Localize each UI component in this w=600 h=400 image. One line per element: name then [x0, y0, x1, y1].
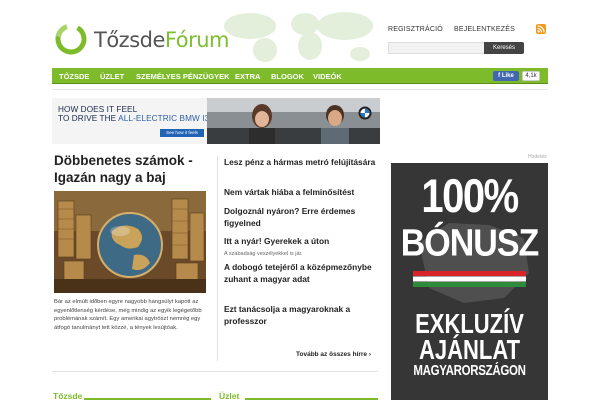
- headline-item[interactable]: Lesz pénz a hármas metró felújítására: [224, 156, 376, 168]
- headline-item[interactable]: Ezt tanácsolja a magyaroknak a professzo…: [224, 303, 376, 327]
- divider: [52, 371, 378, 372]
- column-divider: [217, 156, 218, 361]
- bmw-logo-icon: [358, 106, 372, 120]
- bmw-ad-banner[interactable]: HOW DOES IT FEEL TO DRIVE THE ALL-ELECTR…: [52, 98, 380, 144]
- headline-subtext: A szabadság veszélyekkel is jár.: [224, 251, 303, 257]
- headline-item[interactable]: Dolgoznál nyáron? Erre érdemes figyelned: [224, 205, 376, 229]
- section-title-uzlet[interactable]: Üzlet: [219, 391, 239, 400]
- search-button[interactable]: Keresés: [484, 42, 524, 54]
- world-map-graphic: [224, 12, 373, 62]
- logo-text-part1: Tőzsde: [94, 28, 165, 52]
- divider: [52, 89, 548, 90]
- nav-item-szemelyes-penzugyek[interactable]: SZEMÉLYES PÉNZÜGYEK: [136, 72, 230, 81]
- register-link[interactable]: REGISZTRÁCIÓ: [388, 26, 443, 33]
- fb-like-label: Like: [501, 73, 514, 79]
- rss-icon[interactable]: [536, 24, 546, 34]
- main-story-image[interactable]: [54, 191, 206, 293]
- ad-percent: 100%: [421, 170, 519, 223]
- search-input[interactable]: [388, 42, 486, 54]
- ad-line-2: AJÁNLAT: [418, 333, 521, 365]
- ad-label: Hirdetés: [528, 154, 547, 160]
- nav-item-uzlet[interactable]: ÜZLET: [100, 72, 124, 81]
- ad-line-2a: TO DRIVE THE: [58, 114, 119, 123]
- site-header: TőzsdeFórum REGISZTRÁCIÓ BEJELENTKEZÉS K…: [0, 0, 600, 68]
- bonus-ad[interactable]: 100% BÓNUSZ EXKLUZÍV AJÁNLAT MAGYARORSZÁ…: [391, 163, 548, 400]
- ad-text-panel: HOW DOES IT FEEL TO DRIVE THE ALL-ELECTR…: [52, 98, 214, 144]
- ad-line-1: HOW DOES IT FEEL: [58, 105, 138, 114]
- site-logo[interactable]: TőzsdeFórum: [54, 22, 229, 58]
- section-title-tozsde[interactable]: Tőzsde: [53, 391, 82, 400]
- ad-line-2: TO DRIVE THE ALL-ELECTRIC BMW i3?: [58, 114, 214, 123]
- ad-line-2b: ALL-ELECTRIC BMW i3?: [118, 114, 214, 123]
- headline-item[interactable]: A dobogó tetejéről a középmezőnybe zuhan…: [224, 261, 376, 285]
- nav-item-extra[interactable]: EXTRA: [235, 72, 260, 81]
- hungarian-flag-stripe: [413, 271, 526, 287]
- ad-headline: HOW DOES IT FEEL TO DRIVE THE ALL-ELECTR…: [58, 105, 214, 123]
- search-box: Keresés: [388, 42, 524, 54]
- nav-item-tozsde[interactable]: TŐZSDE: [59, 72, 89, 81]
- headline-item[interactable]: Nem vártak hiába a felminősítést: [224, 186, 376, 198]
- chevron-right-icon: ›: [368, 351, 372, 358]
- ad-bonus: BÓNUSZ: [400, 221, 540, 265]
- ad-cta-button[interactable]: See how it feels: [160, 129, 204, 137]
- main-story-excerpt: Bár az elmúlt időben egyre nagyobb hangs…: [54, 299, 202, 331]
- ad-line-3: MAGYARORSZÁGON: [413, 363, 526, 379]
- headline-item[interactable]: Itt a nyár! Gyerekek a úton: [224, 235, 376, 247]
- logo-text-part2: Fórum: [164, 28, 230, 52]
- nav-item-blogok[interactable]: BLOGOK: [271, 72, 304, 81]
- logo-text: TőzsdeFórum: [94, 28, 229, 52]
- facebook-like-button[interactable]: f Like: [493, 71, 519, 81]
- nav-item-videok[interactable]: VIDEÓK: [313, 72, 342, 81]
- logo-ring-icon: [55, 23, 87, 55]
- main-nav: TŐZSDE ÜZLET SZEMÉLYES PÉNZÜGYEK EXTRA B…: [52, 68, 548, 84]
- login-link[interactable]: BEJELENTKEZÉS: [454, 26, 515, 33]
- ad-car-photo: [207, 98, 380, 144]
- more-news-link[interactable]: Tovább az összes hírre ›: [296, 351, 371, 358]
- facebook-like-count: 4,1k: [522, 71, 540, 81]
- main-story-headline[interactable]: Döbbenetes számok - Igazán nagy a baj: [54, 152, 214, 186]
- more-news-label: Tovább az összes hírre: [296, 351, 368, 358]
